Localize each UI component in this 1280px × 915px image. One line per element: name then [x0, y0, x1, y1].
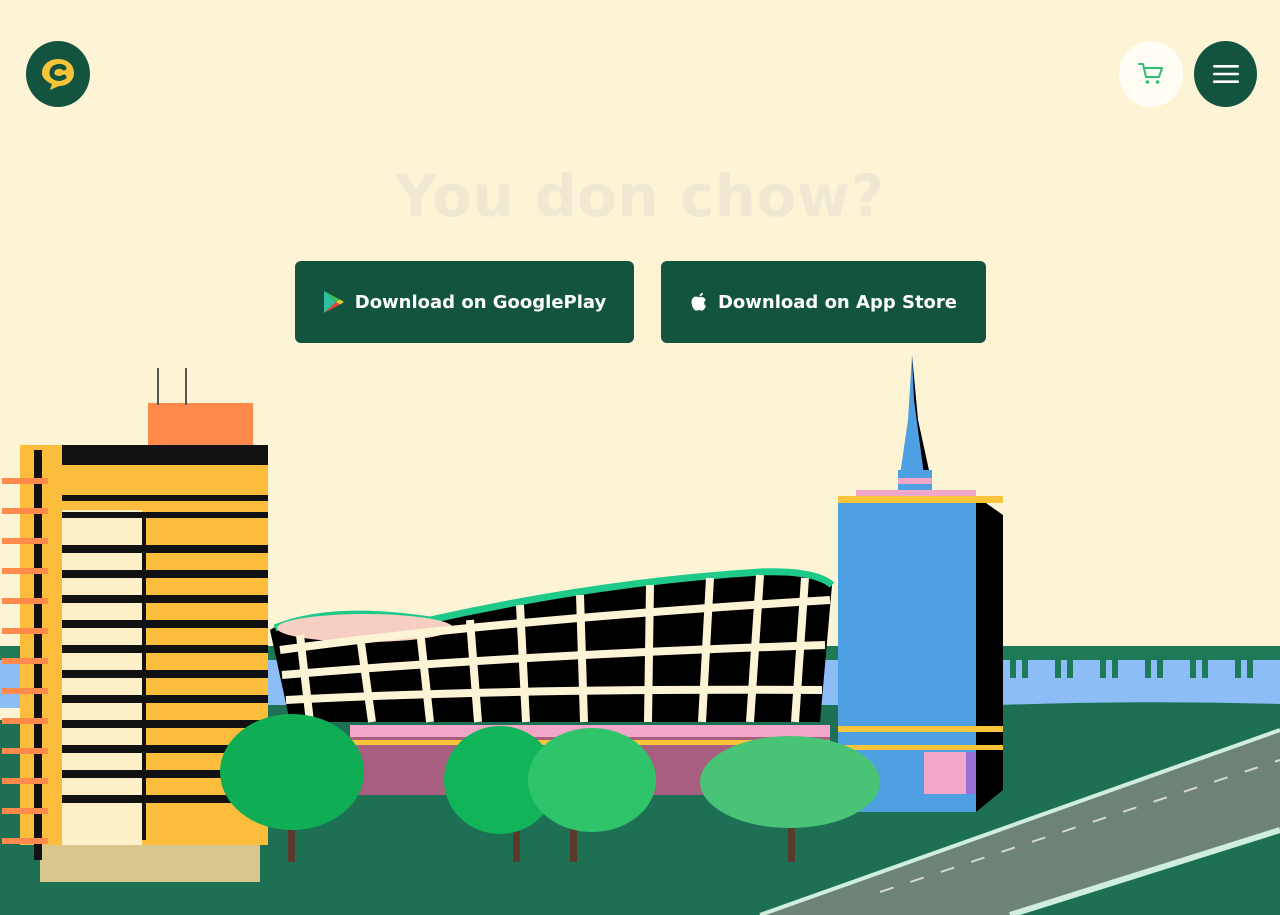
brand-logo[interactable]	[26, 41, 90, 107]
download-google-play-label: Download on GooglePlay	[354, 291, 607, 313]
download-google-play-button[interactable]: Download on GooglePlay	[295, 261, 634, 343]
download-app-store-button[interactable]: Download on App Store	[661, 261, 986, 343]
hero-headline: You don chow?	[394, 162, 886, 230]
google-play-icon	[323, 290, 345, 314]
cart-icon	[1138, 63, 1163, 84]
apple-icon	[690, 292, 708, 312]
hamburger-menu-icon	[1212, 65, 1239, 83]
brand-logo-icon	[42, 59, 74, 90]
city-illustration	[0, 355, 1280, 915]
menu-button[interactable]	[1194, 41, 1257, 107]
right-tower-illustration	[838, 355, 1003, 812]
left-tower-illustration	[2, 368, 268, 882]
download-app-store-label: Download on App Store	[717, 291, 958, 313]
cart-button[interactable]	[1119, 41, 1183, 107]
